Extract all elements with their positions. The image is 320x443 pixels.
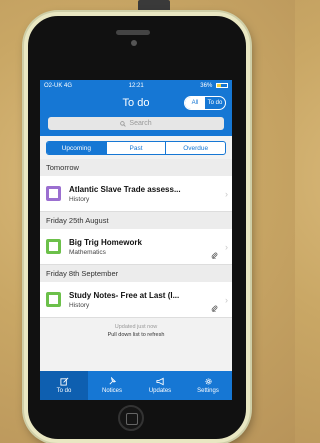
battery-info: 36%	[200, 82, 228, 90]
item-subject: History	[69, 301, 90, 309]
tab-upcoming[interactable]: Upcoming	[47, 142, 106, 154]
battery-fill	[216, 83, 221, 87]
tab-past-label: Past	[129, 144, 143, 152]
speaker-grille	[116, 30, 150, 35]
item-subject: History	[69, 195, 90, 203]
page-title: To do	[122, 97, 150, 109]
section-header: Friday 8th September	[40, 265, 232, 282]
tabbar-notices[interactable]: Notices	[88, 371, 136, 400]
chevron-right-icon: ›	[225, 189, 228, 199]
front-camera	[131, 40, 137, 46]
section-header: Friday 25th August	[40, 212, 232, 229]
paperclip-icon	[211, 305, 218, 312]
status-time: 12:21	[128, 83, 144, 89]
toggle-all[interactable]: All	[185, 97, 205, 109]
search-input[interactable]: Search	[48, 117, 224, 130]
list-item[interactable]: Atlantic Slave Trade assess... History ›	[40, 176, 232, 212]
list-item[interactable]: Study Notes- Free at Last (l... History …	[40, 282, 232, 318]
tabbar-updates[interactable]: Updates	[136, 371, 184, 400]
tab-overdue[interactable]: Overdue	[165, 142, 225, 154]
search-placeholder: Search	[129, 120, 152, 127]
navigation-bar: To do All To do	[40, 92, 232, 114]
search-container: Search	[40, 114, 232, 136]
tab-past[interactable]: Past	[105, 142, 166, 154]
all-todo-toggle[interactable]: All To do	[184, 96, 226, 110]
search-icon	[120, 120, 127, 127]
network-label: 4G	[64, 83, 73, 89]
megaphone-icon	[155, 377, 164, 386]
carrier-label: O2-UK	[44, 83, 63, 89]
gear-icon	[204, 378, 212, 385]
updated-status: Updated just now	[114, 324, 158, 330]
tabbar-updates-label: Updates	[148, 388, 172, 394]
paperclip-icon	[211, 252, 218, 259]
item-title: Atlantic Slave Trade assess...	[69, 184, 181, 194]
subject-color-swatch	[46, 186, 61, 201]
refresh-info: Updated just now Pull down list to refre…	[40, 318, 232, 338]
filter-tabs: Upcoming Past Overdue	[46, 141, 226, 155]
tabbar-notices-label: Notices	[101, 388, 122, 394]
toggle-todo[interactable]: To do	[205, 97, 225, 109]
home-button[interactable]	[118, 405, 144, 431]
bottom-tab-bar: To do Notices Updates Settings	[40, 371, 232, 400]
subject-color-swatch	[46, 292, 61, 307]
carrier-info: O2-UK 4G	[44, 83, 72, 89]
battery-icon	[215, 82, 228, 88]
chevron-right-icon: ›	[225, 295, 228, 305]
tab-upcoming-label: Upcoming	[61, 144, 91, 152]
tabbar-todo[interactable]: To do	[40, 371, 88, 400]
tabbar-settings[interactable]: Settings	[184, 371, 232, 400]
tabbar-todo-label: To do	[56, 388, 72, 394]
item-subject: Mathematics	[69, 248, 106, 256]
battery-percent: 36%	[200, 83, 213, 90]
section-header: Tomorrow	[40, 159, 232, 176]
list-item[interactable]: Big Trig Homework Mathematics ›	[40, 229, 232, 265]
item-title: Study Notes- Free at Last (l...	[69, 290, 180, 300]
item-title: Big Trig Homework	[69, 237, 142, 247]
tab-overdue-label: Overdue	[183, 144, 209, 152]
app-screen: O2-UK 4G 12:21 36% To do All To do Searc…	[40, 80, 232, 400]
chevron-right-icon: ›	[225, 242, 228, 252]
tabbar-settings-label: Settings	[197, 388, 219, 394]
phone-device: O2-UK 4G 12:21 36% To do All To do Searc…	[24, 12, 250, 443]
status-bar: O2-UK 4G 12:21 36%	[40, 80, 232, 92]
subject-color-swatch	[46, 239, 61, 254]
pin-icon	[108, 377, 116, 385]
edit-icon	[59, 377, 68, 386]
refresh-hint: Pull down list to refresh	[107, 332, 165, 338]
